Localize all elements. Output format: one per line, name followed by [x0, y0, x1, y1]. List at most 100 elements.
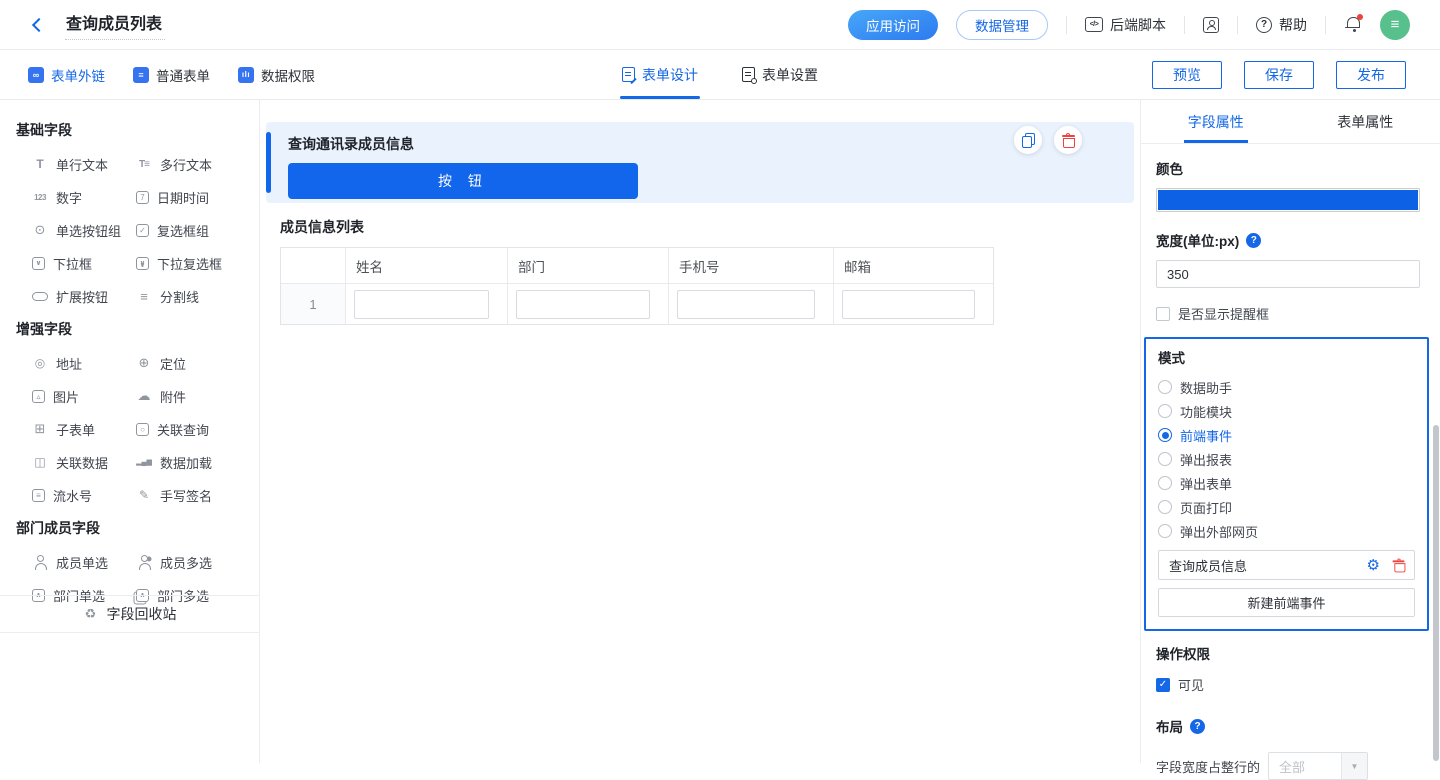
- divider: [1066, 16, 1067, 34]
- field-item-member-single[interactable]: 成员单选: [32, 554, 136, 570]
- field-item-subform[interactable]: 子表单: [32, 421, 136, 437]
- field-item-label: 附件: [160, 387, 186, 406]
- mode-option-data-assistant[interactable]: 数据助手: [1158, 375, 1415, 399]
- notifications-button[interactable]: [1344, 16, 1362, 34]
- publish-button[interactable]: 发布: [1336, 61, 1406, 89]
- radio-icon[interactable]: [1158, 524, 1172, 538]
- app-access-button[interactable]: 应用访问: [848, 10, 938, 40]
- preview-button[interactable]: 预览: [1152, 61, 1222, 89]
- field-item-label: 复选框组: [157, 221, 209, 240]
- tab-form-properties[interactable]: 表单属性: [1291, 100, 1440, 143]
- back-button[interactable]: [28, 14, 50, 36]
- width-input[interactable]: [1156, 260, 1420, 288]
- color-swatch[interactable]: [1156, 188, 1420, 212]
- data-management-button[interactable]: 数据管理: [956, 10, 1048, 40]
- field-item-single-line-text[interactable]: 单行文本: [32, 156, 136, 172]
- copy-field-button[interactable]: [1014, 126, 1042, 154]
- event-trash-icon[interactable]: [1393, 559, 1405, 572]
- tab-field-properties[interactable]: 字段属性: [1141, 100, 1291, 143]
- radio-icon[interactable]: [1158, 404, 1172, 418]
- data-permission-button[interactable]: 数据权限: [238, 65, 315, 85]
- field-item-locate[interactable]: 定位: [136, 355, 240, 371]
- new-frontend-event-button[interactable]: 新建前端事件: [1158, 588, 1415, 617]
- gear-icon[interactable]: [1367, 556, 1380, 574]
- subform-header-email: 邮箱: [833, 248, 993, 283]
- tab-form-design[interactable]: 表单设计: [620, 50, 700, 99]
- form-link-button[interactable]: 表单外链: [28, 65, 105, 85]
- delete-field-button[interactable]: [1054, 126, 1082, 154]
- layout-width-row: 字段宽度占整行的 全部: [1156, 752, 1420, 780]
- field-item-radio-group[interactable]: 单选按钮组: [32, 222, 136, 238]
- field-item-multi-select[interactable]: 下拉复选框: [136, 255, 240, 271]
- form-button-field[interactable]: 按 钮: [288, 163, 638, 199]
- radio-selected-icon[interactable]: [1158, 428, 1172, 442]
- field-item-address[interactable]: 地址: [32, 355, 136, 371]
- radio-icon[interactable]: [1158, 500, 1172, 514]
- panel-scrollbar[interactable]: [1433, 425, 1439, 761]
- field-item-image[interactable]: 图片: [32, 388, 136, 404]
- field-item-linked-data[interactable]: 关联数据: [32, 454, 136, 470]
- subform-field-label[interactable]: 成员信息列表: [280, 217, 1134, 237]
- field-item-datetime[interactable]: 日期时间: [136, 189, 240, 205]
- visible-checkbox-row[interactable]: 可见: [1156, 675, 1420, 694]
- radio-icon[interactable]: [1158, 452, 1172, 466]
- field-item-serial-number[interactable]: 流水号: [32, 487, 136, 503]
- mode-option-label: 数据助手: [1180, 378, 1232, 397]
- radio-icon[interactable]: [1158, 380, 1172, 394]
- field-item-member-multi[interactable]: 成员多选: [136, 554, 240, 570]
- number-icon: [32, 189, 48, 205]
- visible-checkbox-checked[interactable]: [1156, 678, 1170, 692]
- tab-form-settings[interactable]: 表单设置: [740, 50, 820, 99]
- document-icon: [133, 67, 149, 83]
- radio-icon[interactable]: [1158, 476, 1172, 490]
- help-label: 帮助: [1279, 15, 1307, 35]
- chevron-down-icon: [1341, 753, 1367, 779]
- field-recycle-bin[interactable]: 字段回收站: [0, 595, 259, 633]
- panel-body: 颜色 宽度(单位:px) 是否显示提醒框 模式 数据助手 功能模块 前端事件 弹…: [1141, 144, 1440, 780]
- field-item-select[interactable]: 下拉框: [32, 255, 136, 271]
- subform-cell-input-dept[interactable]: [516, 290, 650, 319]
- width-help-icon[interactable]: [1246, 233, 1261, 248]
- subform-cell-input-email[interactable]: [842, 290, 975, 319]
- field-item-attachment[interactable]: 附件: [136, 388, 240, 404]
- field-item-lookup-query[interactable]: 关联查询: [136, 421, 240, 437]
- mode-option-frontend-event[interactable]: 前端事件: [1158, 423, 1415, 447]
- field-item-label: 成员单选: [56, 553, 108, 572]
- address-icon: [32, 355, 48, 371]
- mode-option-popup-external-page[interactable]: 弹出外部网页: [1158, 519, 1415, 543]
- field-item-multi-line-text[interactable]: 多行文本: [136, 156, 240, 172]
- mode-option-popup-form[interactable]: 弹出表单: [1158, 471, 1415, 495]
- mode-option-function-module[interactable]: 功能模块: [1158, 399, 1415, 423]
- selected-button-field[interactable]: 查询通讯录成员信息 按 钮: [266, 122, 1134, 203]
- mode-option-page-print[interactable]: 页面打印: [1158, 495, 1415, 519]
- field-item-label: 子表单: [56, 420, 95, 439]
- frontend-event-item[interactable]: 查询成员信息: [1158, 550, 1415, 580]
- field-item-data-load[interactable]: 数据加载: [136, 454, 240, 470]
- help-button[interactable]: 帮助: [1256, 15, 1307, 35]
- field-item-label: 扩展按钮: [56, 287, 108, 306]
- mode-option-popup-report[interactable]: 弹出报表: [1158, 447, 1415, 471]
- subform-cell-input-phone[interactable]: [677, 290, 815, 319]
- bar-chart-icon: [238, 67, 254, 83]
- show-reminder-checkbox-row[interactable]: 是否显示提醒框: [1156, 304, 1420, 323]
- user-avatar[interactable]: [1380, 10, 1410, 40]
- contacts-button[interactable]: [1203, 17, 1219, 33]
- field-item-signature[interactable]: 手写签名: [136, 487, 240, 503]
- field-item-divider[interactable]: 分割线: [136, 288, 240, 304]
- field-item-number[interactable]: 数字: [32, 189, 136, 205]
- show-reminder-checkbox[interactable]: [1156, 307, 1170, 321]
- field-item-extend-button[interactable]: 扩展按钮: [32, 288, 136, 304]
- subform-header-dept: 部门: [507, 248, 668, 283]
- normal-form-button[interactable]: 普通表单: [133, 65, 210, 85]
- layout-width-select[interactable]: 全部: [1268, 752, 1368, 780]
- field-item-checkbox-group[interactable]: 复选框组: [136, 222, 240, 238]
- radio-group-icon: [32, 222, 48, 238]
- backend-script-button[interactable]: 后端脚本: [1085, 15, 1166, 35]
- subform-cell-input-name[interactable]: [354, 290, 489, 319]
- save-button[interactable]: 保存: [1244, 61, 1314, 89]
- page-title[interactable]: 查询成员列表: [65, 10, 165, 40]
- mode-label: 模式: [1158, 347, 1415, 367]
- extend-button-icon: [32, 292, 48, 301]
- subform-table[interactable]: 姓名 部门 手机号 邮箱 1: [280, 247, 994, 325]
- layout-help-icon[interactable]: [1190, 719, 1205, 734]
